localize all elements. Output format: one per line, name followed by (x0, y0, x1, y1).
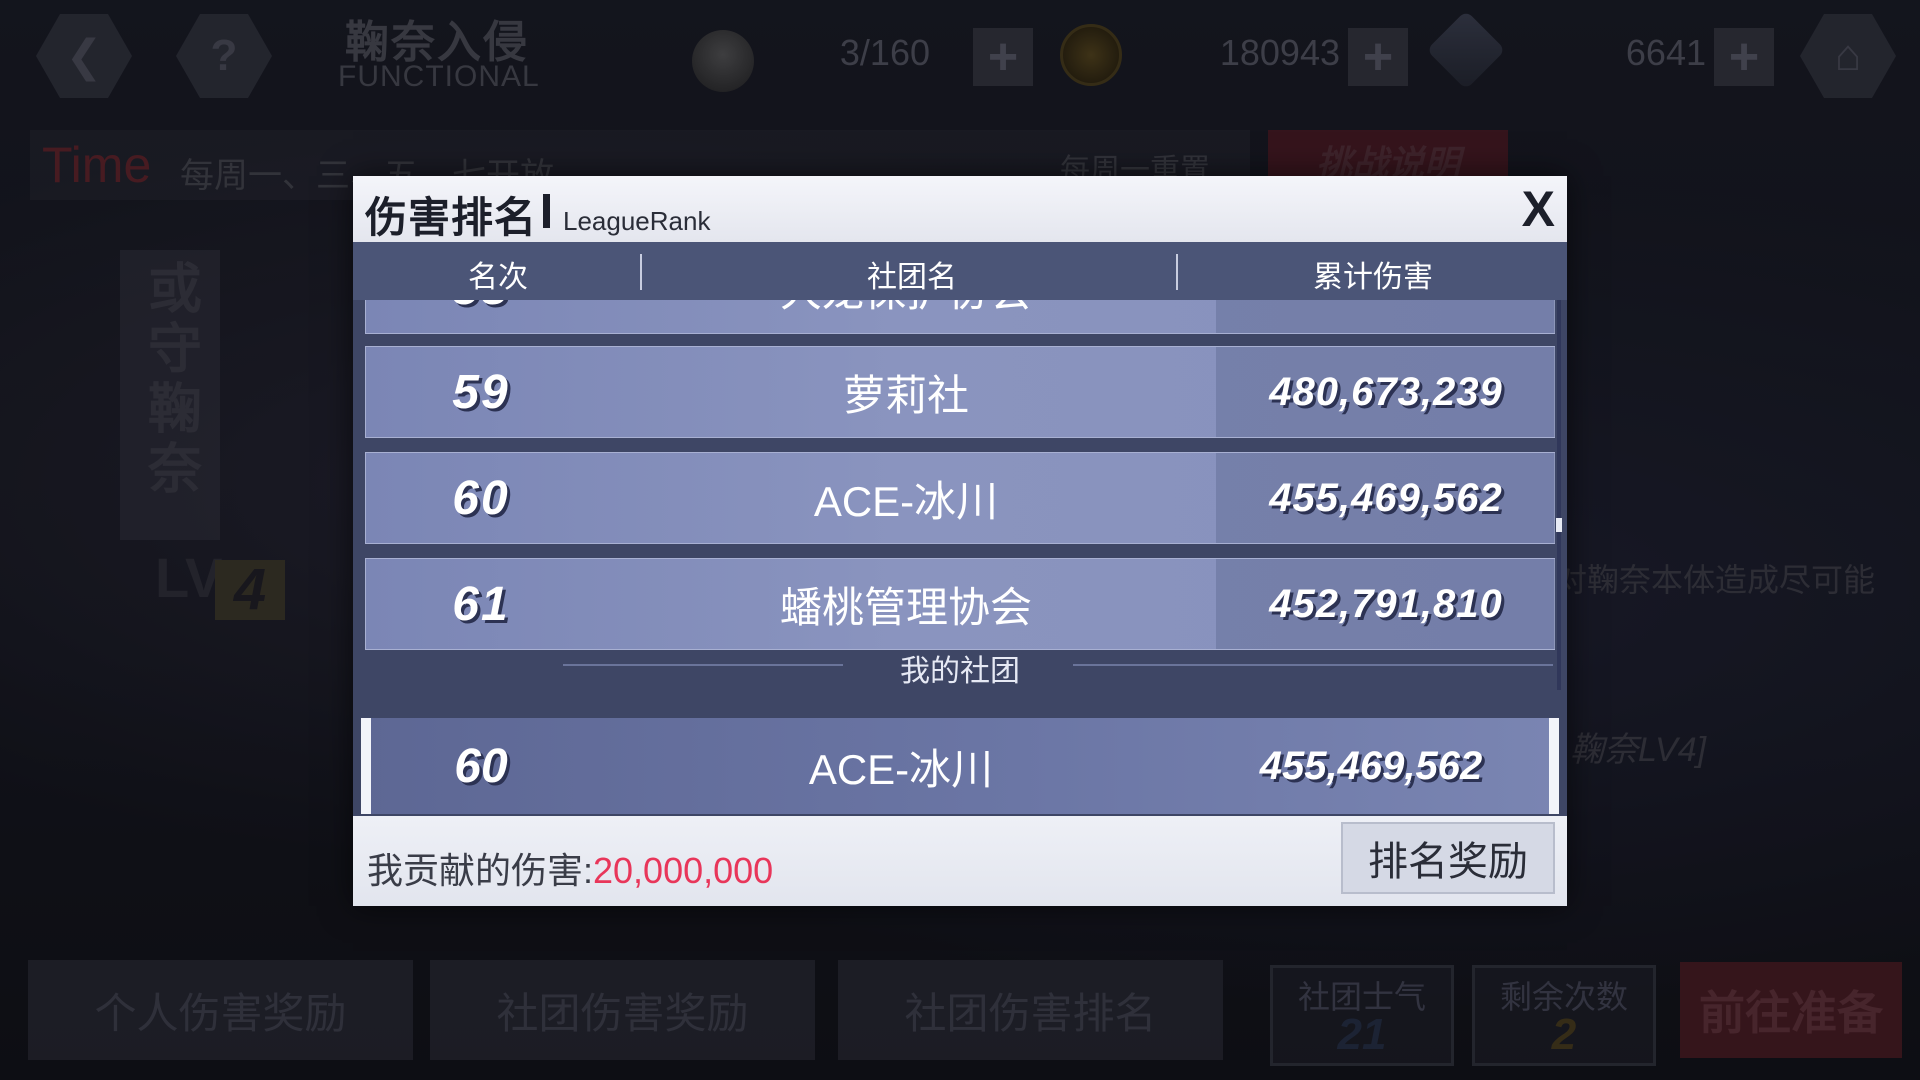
contribution: 我贡献的伤害:20,000,000 (367, 842, 773, 894)
row-rank: 58 (366, 300, 596, 333)
table-row[interactable]: 61 蟠桃管理协会 452,791,810 (365, 558, 1556, 650)
row-edge-right (1549, 718, 1559, 814)
table-row[interactable]: 60 ACE-冰川 455,469,562 (365, 452, 1556, 544)
row-club-name: 萝莉社 (842, 371, 969, 419)
modal-title: 伤害排名 (365, 194, 538, 241)
row-club-name: ACE-冰川 (813, 477, 999, 525)
row-damage: 452,791,810 (1216, 559, 1556, 649)
column-rank: 名次 (468, 261, 528, 294)
modal-subtitle: LeagueRank (563, 206, 711, 236)
row-rank: 60 (452, 471, 510, 525)
contribution-label: 我贡献的伤害: (367, 850, 594, 891)
ranking-list[interactable]: 58 大龙保护协会 59 萝莉社 480,673,239 60 ACE-冰川 4… (353, 300, 1567, 690)
table-row[interactable]: 58 大龙保护协会 (365, 300, 1556, 334)
my-club-name: ACE-冰川 (808, 745, 994, 793)
column-club-name: 社团名 (867, 261, 957, 294)
my-club-label: 我的社团 (900, 655, 1020, 688)
column-divider (1176, 254, 1178, 290)
column-header: 名次 社团名 累计伤害 (353, 242, 1567, 300)
my-club-row[interactable]: 60 ACE-冰川 455,469,562 (361, 718, 1559, 814)
row-damage: 455,469,562 (1216, 453, 1556, 543)
table-row[interactable]: 59 萝莉社 480,673,239 (365, 346, 1556, 438)
my-club-rank: 60 (454, 739, 508, 793)
scrollbar-thumb[interactable] (1556, 518, 1562, 532)
row-club-name: 大龙保护协会 (596, 300, 1216, 333)
my-club-divider: 我的社团 (353, 646, 1567, 688)
row-rank: 61 (452, 577, 510, 631)
close-button[interactable]: X (1522, 180, 1555, 238)
my-club-damage: 455,469,562 (1259, 743, 1483, 788)
modal-footer: 我贡献的伤害:20,000,000 排名奖励 (353, 816, 1567, 906)
row-rank: 59 (452, 365, 510, 419)
title-divider (543, 194, 550, 228)
column-divider (640, 254, 642, 290)
row-damage: 480,673,239 (1216, 347, 1556, 437)
column-damage: 累计伤害 (1313, 261, 1433, 294)
league-rank-modal: 伤害排名 LeagueRank X 名次 社团名 累计伤害 58 大龙保护协会 … (353, 176, 1567, 906)
scrollbar-track[interactable] (1557, 300, 1561, 690)
row-damage (1216, 300, 1556, 333)
rank-reward-button[interactable]: 排名奖励 (1341, 822, 1555, 894)
modal-header: 伤害排名 LeagueRank X (353, 176, 1567, 242)
row-club-name: 蟠桃管理协会 (779, 583, 1032, 631)
contribution-value: 20,000,000 (593, 850, 774, 891)
